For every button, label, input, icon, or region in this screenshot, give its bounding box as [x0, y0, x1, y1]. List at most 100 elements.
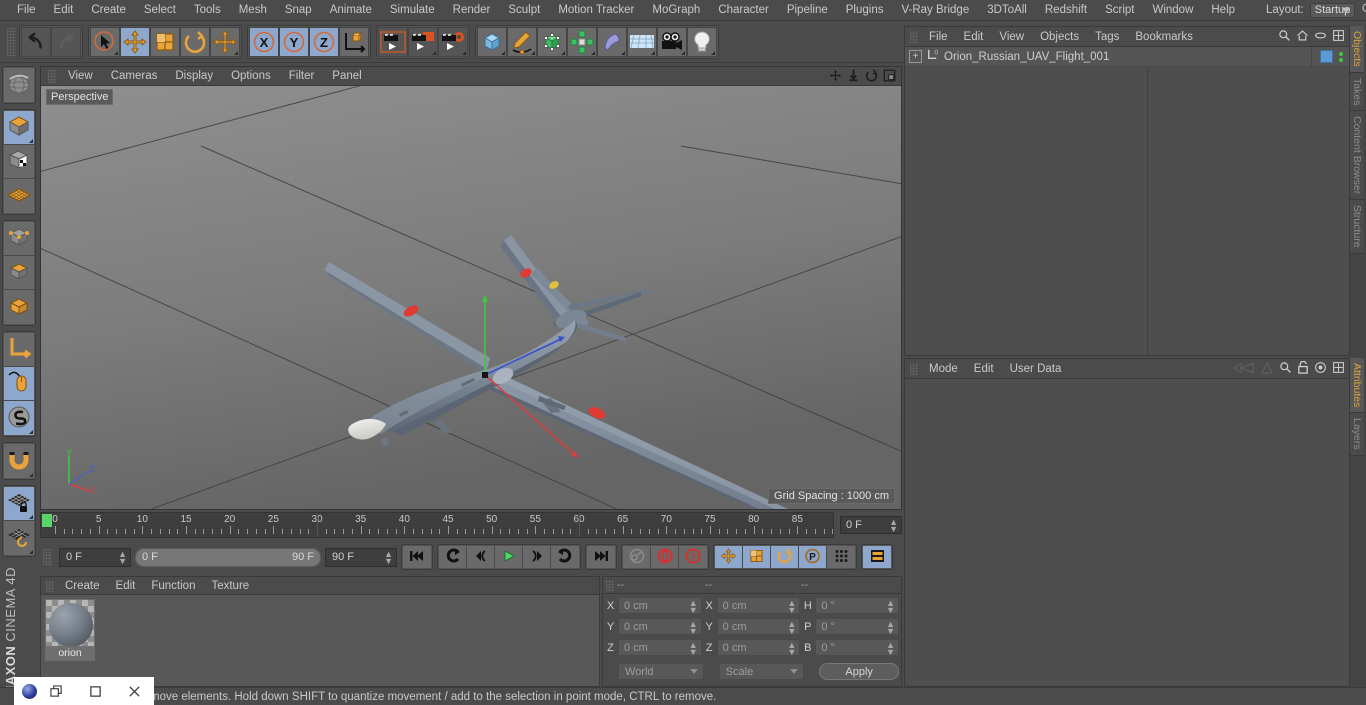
expand-icon[interactable]: + — [909, 50, 922, 63]
transport-grip[interactable] — [43, 549, 52, 565]
size-x-input[interactable]: 0 cm ▲ ▼ — [716, 597, 801, 615]
object-menu-view[interactable]: View — [991, 27, 1032, 47]
spinner-icon[interactable]: ▲ ▼ — [787, 599, 796, 615]
scale-tool-button[interactable] — [150, 26, 180, 57]
attribute-manager-grip[interactable] — [910, 362, 918, 375]
spinner-icon[interactable]: ▲ ▼ — [886, 641, 895, 657]
layer-color-swatch[interactable] — [1320, 50, 1333, 63]
texture-mode-button[interactable] — [4, 145, 34, 179]
move-axis-button[interactable] — [210, 26, 240, 57]
object-menu-file[interactable]: File — [921, 27, 956, 47]
polygons-mode-button[interactable] — [4, 290, 34, 324]
search-icon[interactable] — [1278, 29, 1291, 45]
object-menu-bookmarks[interactable]: Bookmarks — [1127, 27, 1201, 47]
live-selection-button[interactable] — [90, 26, 120, 57]
parameter-key-button[interactable]: P — [799, 546, 827, 568]
spinner-icon[interactable]: ▲ ▼ — [689, 620, 698, 636]
model-mode-button[interactable] — [4, 111, 34, 145]
spinner-icon[interactable]: ▲ ▼ — [384, 549, 393, 565]
redo-button[interactable] — [51, 26, 81, 57]
right-tab-takes[interactable]: Takes — [1350, 72, 1364, 112]
array-button[interactable] — [567, 26, 597, 57]
camera-button[interactable] — [657, 26, 687, 57]
render-view-button[interactable] — [378, 26, 408, 57]
target-icon[interactable] — [1314, 361, 1327, 377]
panel-icon[interactable] — [1332, 361, 1345, 377]
menu-redshift[interactable]: Redshift — [1036, 0, 1096, 21]
max-frame-input[interactable]: 90 F ▲ ▼ — [325, 547, 397, 567]
subdivision-surface-button[interactable] — [537, 26, 567, 57]
history-back-icon[interactable] — [1232, 361, 1255, 377]
material-menu-create[interactable]: Create — [57, 577, 108, 595]
menu-help[interactable]: Help — [1202, 0, 1244, 21]
menu-motion-tracker[interactable]: Motion Tracker — [549, 0, 643, 21]
material-menu-edit[interactable]: Edit — [108, 577, 144, 595]
menu-v-ray-bridge[interactable]: V-Ray Bridge — [892, 0, 978, 21]
toolbar-grip[interactable] — [7, 27, 16, 56]
history-forward-icon[interactable] — [1260, 361, 1274, 377]
coordinate-system-dropdown[interactable]: World — [618, 663, 704, 680]
render-picture-viewer-button[interactable] — [408, 26, 438, 57]
spinner-icon[interactable]: ▲ ▼ — [689, 641, 698, 657]
menu-sculpt[interactable]: Sculpt — [499, 0, 549, 21]
size-y-input[interactable]: 0 cm ▲ ▼ — [716, 618, 801, 636]
planar-workplane-rotation-button[interactable] — [4, 521, 34, 555]
spline-pen-button[interactable] — [507, 26, 537, 57]
coordinate-grip[interactable] — [606, 579, 614, 591]
record-active-objects-button[interactable] — [623, 546, 651, 568]
current-frame-marker[interactable] — [42, 514, 52, 527]
spinner-icon[interactable]: ▲ ▼ — [787, 641, 796, 657]
axis-modification-button[interactable] — [4, 333, 34, 367]
right-tab-layers[interactable]: Layers — [1350, 413, 1364, 456]
rotate-tool-button[interactable] — [180, 26, 210, 57]
viewport-grip[interactable] — [48, 69, 56, 83]
viewport-menu-display[interactable]: Display — [166, 67, 222, 86]
menu-script[interactable]: Script — [1096, 0, 1143, 21]
search-icon[interactable] — [1279, 361, 1292, 377]
menu-render[interactable]: Render — [444, 0, 500, 21]
rotation-b-input[interactable]: 0 ° ▲ ▼ — [815, 639, 900, 657]
menu-tools[interactable]: Tools — [185, 0, 230, 21]
position-key-button[interactable] — [715, 546, 743, 568]
workplane-button[interactable] — [4, 179, 34, 213]
autokeying-button[interactable] — [651, 546, 679, 568]
menu-window[interactable]: Window — [1143, 0, 1202, 21]
keyframe-selection-button[interactable]: ? — [679, 546, 707, 568]
x-axis-lock-button[interactable]: X — [249, 26, 279, 57]
menu-edit[interactable]: Edit — [45, 0, 83, 21]
deformer-button[interactable] — [597, 26, 627, 57]
viewport-menu-panel[interactable]: Panel — [323, 67, 370, 86]
attribute-menu-edit[interactable]: Edit — [966, 359, 1002, 379]
restore-window-button[interactable] — [37, 684, 76, 698]
menu-animate[interactable]: Animate — [321, 0, 381, 21]
viewport-menu-view[interactable]: View — [59, 67, 102, 86]
soft-selection-button[interactable] — [4, 401, 34, 435]
spinner-icon[interactable]: ▲ ▼ — [886, 599, 895, 615]
y-axis-lock-button[interactable]: Y — [279, 26, 309, 57]
right-tab-objects[interactable]: Objects — [1350, 26, 1364, 73]
material-menu-texture[interactable]: Texture — [203, 577, 257, 595]
timeline-button[interactable] — [863, 546, 891, 568]
spinner-icon[interactable]: ▲ ▼ — [787, 620, 796, 636]
position-x-input[interactable]: 0 cm ▲ ▼ — [618, 597, 702, 615]
loop-mode-button[interactable] — [551, 546, 579, 568]
current-frame-input[interactable]: 0 F ▲ ▼ — [59, 547, 131, 567]
undo-button[interactable] — [21, 26, 51, 57]
go-to-end-button[interactable] — [587, 546, 615, 568]
material-menu-function[interactable]: Function — [143, 577, 203, 595]
position-z-input[interactable]: 0 cm ▲ ▼ — [618, 639, 702, 657]
menu-simulate[interactable]: Simulate — [381, 0, 444, 21]
previous-frame-button[interactable] — [467, 546, 495, 568]
points-mode-button[interactable] — [4, 222, 34, 256]
menu-file[interactable]: File — [8, 0, 45, 21]
play-backwards-button[interactable] — [439, 546, 467, 568]
rotate-view-icon[interactable] — [865, 69, 879, 83]
menu-plugins[interactable]: Plugins — [837, 0, 893, 21]
scale-key-button[interactable] — [743, 546, 771, 568]
z-axis-lock-button[interactable]: Z — [309, 26, 339, 57]
viewport-menu-options[interactable]: Options — [222, 67, 280, 86]
visibility-dots-icon[interactable] — [1339, 51, 1343, 62]
move-view-icon[interactable] — [829, 69, 843, 83]
maximize-window-button[interactable] — [76, 685, 115, 698]
play-forward-button[interactable] — [495, 546, 523, 568]
